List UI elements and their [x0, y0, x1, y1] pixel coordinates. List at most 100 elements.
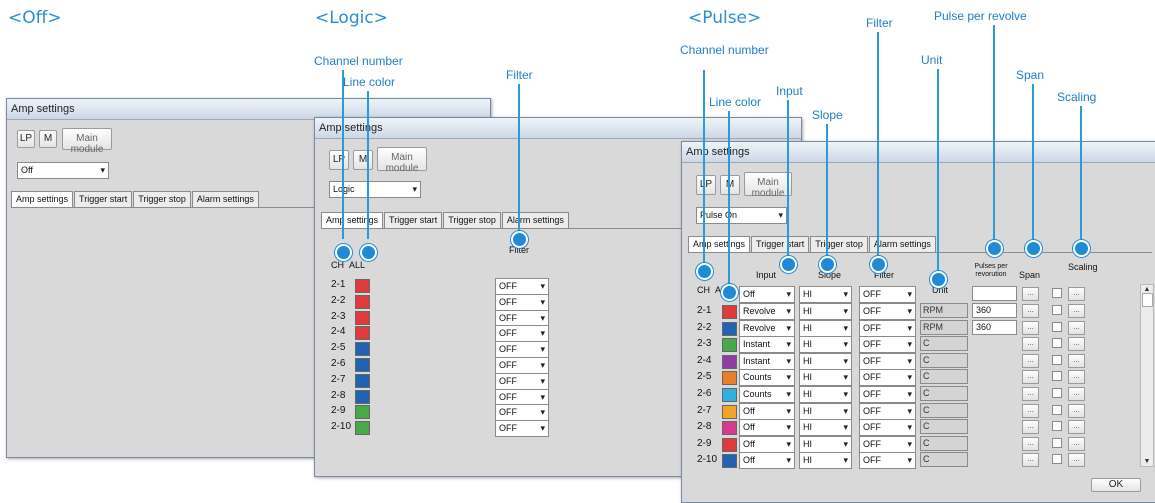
span-button[interactable]: ... [1022, 370, 1039, 385]
filter-select[interactable]: OFF [495, 372, 549, 390]
scaling-checkbox[interactable] [1052, 354, 1062, 365]
slope-select[interactable]: HI [799, 319, 852, 337]
input-select[interactable]: Off [739, 402, 795, 420]
line-color-swatch[interactable] [722, 354, 737, 369]
line-color-swatch[interactable] [355, 373, 370, 388]
line-color-swatch[interactable] [355, 421, 370, 436]
all-filter-select[interactable]: OFF [859, 286, 916, 303]
line-color-swatch[interactable] [355, 294, 370, 309]
slope-select[interactable]: HI [799, 419, 852, 437]
line-color-swatch[interactable] [722, 437, 737, 452]
span-button[interactable]: ... [1022, 403, 1039, 418]
tab-alarm-settings[interactable]: Alarm settings [501, 212, 569, 228]
span-button[interactable]: ... [1022, 304, 1039, 318]
input-select[interactable]: Off [739, 419, 795, 437]
input-select[interactable]: Instant [739, 352, 795, 370]
line-color-swatch[interactable] [355, 342, 370, 357]
filter-select[interactable]: OFF [859, 452, 916, 470]
line-color-swatch[interactable] [355, 358, 370, 372]
main-module-button[interactable]: Main module [744, 172, 792, 199]
filter-select[interactable]: OFF [859, 419, 916, 437]
tab-trigger-start[interactable]: Trigger start [74, 191, 133, 207]
scaling-button[interactable]: ... [1068, 320, 1085, 335]
pulses-per-revolution-input[interactable]: 360 [972, 319, 1017, 335]
span-button[interactable]: ... [1022, 420, 1039, 435]
pulses-per-revolution-input[interactable]: 360 [972, 303, 1017, 318]
line-color-swatch[interactable] [722, 305, 737, 319]
span-button[interactable]: ... [1022, 387, 1039, 401]
line-color-swatch[interactable] [355, 310, 370, 325]
scaling-button[interactable]: ... [1068, 436, 1085, 451]
tab-trigger-stop[interactable]: Trigger stop [810, 236, 868, 252]
input-select[interactable]: Instant [739, 336, 795, 354]
tab-alarm-settings[interactable]: Alarm settings [191, 191, 259, 207]
filter-select[interactable]: OFF [859, 303, 916, 320]
slope-select[interactable]: HI [799, 369, 852, 387]
span-button[interactable]: ... [1022, 320, 1039, 335]
line-color-swatch[interactable] [355, 279, 370, 293]
line-color-swatch[interactable] [722, 321, 737, 336]
scaling-checkbox[interactable] [1052, 421, 1062, 432]
scroll-up-arrow-icon[interactable]: ▲ [1141, 286, 1153, 293]
scaling-checkbox[interactable] [1052, 404, 1062, 415]
filter-select[interactable]: OFF [859, 336, 916, 354]
tab-trigger-start[interactable]: Trigger start [751, 236, 810, 252]
filter-select[interactable]: OFF [859, 319, 916, 337]
all-scaling-button[interactable]: ... [1068, 287, 1085, 301]
slope-select[interactable]: HI [799, 386, 852, 403]
line-color-swatch[interactable] [722, 421, 737, 436]
line-color-swatch[interactable] [722, 388, 737, 402]
all-input-select[interactable]: Off [739, 286, 795, 303]
m-button[interactable]: M [353, 150, 373, 170]
all-span-button[interactable]: ... [1022, 287, 1039, 301]
filter-select[interactable]: OFF [495, 404, 549, 422]
scroll-down-arrow-icon[interactable]: ▼ [1141, 458, 1153, 465]
span-button[interactable]: ... [1022, 353, 1039, 368]
scaling-button[interactable]: ... [1068, 453, 1085, 468]
input-select[interactable]: Off [739, 435, 795, 453]
filter-select[interactable]: OFF [859, 352, 916, 370]
input-select[interactable]: Counts [739, 369, 795, 387]
slope-select[interactable]: HI [799, 352, 852, 370]
slope-select[interactable]: HI [799, 303, 852, 320]
scaling-button[interactable]: ... [1068, 337, 1085, 352]
slope-select[interactable]: HI [799, 336, 852, 354]
scaling-button[interactable]: ... [1068, 403, 1085, 418]
line-color-swatch[interactable] [722, 404, 737, 419]
input-select[interactable]: Off [739, 452, 795, 470]
scaling-checkbox[interactable] [1052, 371, 1062, 382]
tab-trigger-start[interactable]: Trigger start [384, 212, 443, 228]
filter-select[interactable]: OFF [495, 293, 549, 311]
tab-amp-settings[interactable]: Amp settings [11, 191, 74, 207]
scaling-checkbox[interactable] [1052, 454, 1062, 465]
ok-button[interactable]: OK [1091, 478, 1141, 492]
m-button[interactable]: M [720, 175, 740, 195]
all-scaling-checkbox[interactable] [1052, 288, 1062, 298]
line-color-swatch[interactable] [722, 454, 737, 469]
scroll-thumb[interactable] [1142, 293, 1153, 307]
filter-select[interactable]: OFF [495, 388, 549, 406]
line-color-swatch[interactable] [722, 338, 737, 353]
line-color-swatch[interactable] [355, 389, 370, 404]
m-button[interactable]: M [39, 130, 57, 148]
scaling-button[interactable]: ... [1068, 387, 1085, 401]
slope-select[interactable]: HI [799, 435, 852, 453]
mode-select[interactable]: Off [17, 162, 109, 179]
main-module-button[interactable]: Main module [377, 147, 427, 174]
span-button[interactable]: ... [1022, 436, 1039, 451]
scaling-button[interactable]: ... [1068, 304, 1085, 318]
scaling-checkbox[interactable] [1052, 338, 1062, 349]
all-slope-select[interactable]: HI [799, 286, 852, 303]
tab-amp-settings[interactable]: Amp settings [321, 212, 384, 228]
filter-select[interactable]: OFF [495, 341, 549, 359]
slope-select[interactable]: HI [799, 452, 852, 470]
line-color-swatch[interactable] [722, 371, 737, 386]
filter-select[interactable]: OFF [859, 435, 916, 453]
slope-select[interactable]: HI [799, 402, 852, 420]
filter-select[interactable]: OFF [859, 386, 916, 403]
lp-button[interactable]: LP [329, 150, 349, 170]
all-pulses-input[interactable] [972, 286, 1017, 301]
input-select[interactable]: Revolve [739, 303, 795, 320]
tab-trigger-stop[interactable]: Trigger stop [133, 191, 191, 207]
scaling-checkbox[interactable] [1052, 437, 1062, 448]
